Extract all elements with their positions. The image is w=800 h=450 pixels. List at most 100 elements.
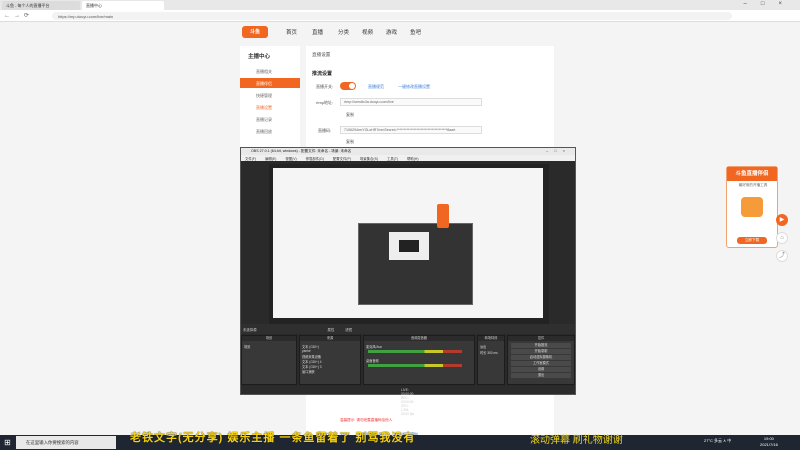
menu-tools[interactable]: 工具(T) (387, 157, 398, 161)
tab-label: 斗鱼 - 每个人的直播平台 (6, 3, 50, 8)
system-tray[interactable]: 27°C 多云 ∧ 中 (704, 438, 731, 444)
preview-capture (273, 168, 543, 318)
menu-edit[interactable]: 编辑(E) (265, 157, 276, 161)
menu-file[interactable]: 文件(F) (245, 157, 256, 161)
settings-button[interactable]: 设置 (511, 367, 571, 372)
obs-source-bar: 未选择源 属性 滤镜 (241, 324, 575, 334)
site-header: 斗鱼 首页 直播 分类 视频 游戏 鱼吧 (238, 22, 558, 42)
obs-title-bar: OBS 27.0.1 (64-bit, windows) - 配置文件: 未命名… (241, 148, 575, 155)
taskbar-search[interactable]: 在这里输入你要搜索的内容 (16, 436, 116, 449)
scene-item[interactable]: 场景 (244, 344, 250, 349)
douyu-logo[interactable]: 斗鱼 (242, 26, 268, 38)
nav-game[interactable]: 游戏 (386, 28, 397, 36)
menu-profile[interactable]: 配置文件(P) (333, 157, 351, 161)
warning-note: 温馨提示: 请勿泄露直播码给他人 (340, 418, 393, 422)
clock-date: 2021/7/16 (760, 442, 778, 447)
sidebar-item-live-settings[interactable]: 直播设置 (240, 102, 300, 112)
nav-live[interactable]: 直播 (312, 28, 323, 36)
nested-promo (437, 204, 449, 228)
nested-preview-inner (399, 240, 419, 252)
share-icon[interactable]: ⤴ (776, 250, 788, 262)
sidebar-item-quick-manage[interactable]: 快捷管理 (240, 90, 300, 100)
source-item[interactable]: yanhe (302, 349, 311, 353)
start-streaming-button[interactable]: 开始推流 (511, 343, 571, 348)
promo-subtitle: 最好用的开播工具 (738, 183, 768, 187)
browser-tab-bar: 斗鱼 - 每个人的直播平台 直播中心 –□× (0, 0, 800, 10)
rtmp-label: rtmp地址: (316, 100, 334, 105)
start-recording-button[interactable]: 开始录制 (511, 349, 571, 354)
browser-nav-icons[interactable]: ←→⟳ (4, 12, 33, 19)
source-item[interactable]: 窗口捕获 (302, 369, 315, 374)
scenes-header: 场景 (242, 336, 296, 341)
mixer-header: 音频混音器 (364, 336, 474, 341)
no-source-label: 未选择源 (243, 328, 257, 332)
transitions-dock: 转场特效 淡出 时长 300 ms (477, 335, 505, 385)
promo-download-button[interactable]: 立即下载 (737, 237, 767, 244)
breadcrumb: 直播设置 (312, 52, 331, 57)
tab-label: 直播中心 (86, 3, 102, 8)
window-controls[interactable]: –□× (744, 1, 796, 7)
scenes-dock: 场景 场景 (241, 335, 297, 385)
url-field[interactable]: https://mp.douyu.com/live/main (52, 12, 732, 20)
play-icon[interactable]: ▶ (776, 214, 788, 226)
transition-type[interactable]: 淡出 (480, 344, 486, 349)
clock[interactable]: 19:00 2021/7/16 (760, 436, 778, 448)
section-title: 推流设置 (312, 71, 333, 77)
mixer-channel: 麦克风/Aux (366, 345, 382, 349)
browser-tab[interactable]: 斗鱼 - 每个人的直播平台 (2, 1, 80, 10)
live-switch-toggle[interactable] (340, 82, 356, 90)
mascot-icon (741, 197, 763, 217)
obs-window-controls[interactable]: –□× (546, 148, 571, 153)
copy-rtmp-button[interactable]: 复制 (346, 112, 354, 118)
modify-settings-link[interactable]: 一键修改直播设置 (398, 84, 430, 90)
audio-meter (368, 350, 462, 353)
stream-code-field[interactable]: 7106294rmYGLsHR7mmSecret=***************… (340, 126, 482, 134)
live-rules-link[interactable]: 直播规范 (368, 84, 384, 90)
menu-scene-collection[interactable]: 场景集合(S) (360, 157, 378, 161)
windows-start-icon[interactable]: ⊞ (4, 438, 11, 447)
menu-view[interactable]: 视图(V) (285, 157, 296, 161)
nav-yuba[interactable]: 鱼吧 (410, 28, 421, 36)
nested-preview (389, 232, 429, 260)
transition-duration[interactable]: 时长 300 ms (480, 350, 498, 355)
sources-header: 来源 (300, 336, 360, 341)
home-icon[interactable]: ⌂ (776, 232, 788, 244)
nested-obs-capture (358, 223, 473, 305)
exit-button[interactable]: 退出 (511, 373, 571, 378)
nav-category[interactable]: 分类 (338, 28, 349, 36)
nav-home[interactable]: 首页 (286, 28, 297, 36)
audio-mixer-dock: 音频混音器 麦克风/Aux 桌面音频 (363, 335, 475, 385)
promo-card[interactable]: 斗鱼直播伴侣 最好用的开播工具 立即下载 (726, 166, 778, 248)
menu-help[interactable]: 帮助(H) (407, 157, 419, 161)
filters-button[interactable]: 滤镜 (345, 328, 352, 332)
transitions-header: 转场特效 (478, 336, 504, 341)
obs-window: OBS 27.0.1 (64-bit, windows) - 配置文件: 未命名… (240, 147, 576, 416)
menu-docks[interactable]: 停靠部件(D) (306, 157, 324, 161)
address-bar: ←→⟳ https://mp.douyu.com/live/main (0, 10, 800, 22)
copy-code-button[interactable]: 复制 (346, 139, 354, 145)
sidebar-item-live-companion[interactable]: 直播伴侣 (240, 78, 300, 88)
obs-menu-bar: 文件(F) 编辑(E) 视图(V) 停靠部件(D) 配置文件(P) 场景集合(S… (241, 155, 575, 161)
danmaku-overlay-right: 滚动弹幕 刷礼物谢谢 (530, 435, 623, 446)
controls-dock: 控件 开始推流 开始录制 启动虚拟摄像机 工作室模式 设置 退出 (507, 335, 575, 385)
obs-preview[interactable] (269, 164, 549, 324)
rtmp-field[interactable]: rtmp://sendtc3a.douyu.com/live (340, 98, 482, 106)
mixer-channel: 桌面音频 (366, 359, 379, 363)
obs-status-bar: LIVE: 00:00:00 REC: 00:00:00 CPU: 1.5%, … (241, 386, 575, 416)
browser-tab-active[interactable]: 直播中心 (82, 1, 164, 10)
danmaku-overlay: 老铁文字(无分享) 娱乐主播 一条鱼留着了 别骂我没有 (130, 432, 416, 444)
sidebar-item-replay[interactable]: 直播回放 (240, 126, 300, 136)
audio-meter (368, 364, 462, 367)
nav-video[interactable]: 视频 (362, 28, 373, 36)
sidebar-title: 主播中心 (248, 54, 271, 60)
stream-code-label: 直播码: (318, 128, 332, 133)
sidebar-item-live-related[interactable]: 直播相关 (240, 66, 300, 76)
live-switch-label: 直播开关: (316, 84, 334, 89)
sidebar-item-live-records[interactable]: 直播记录 (240, 114, 300, 124)
studio-mode-button[interactable]: 工作室模式 (511, 361, 571, 366)
properties-button[interactable]: 属性 (328, 328, 335, 332)
promo-title: 斗鱼直播伴侣 (727, 167, 777, 181)
virtual-camera-button[interactable]: 启动虚拟摄像机 (511, 355, 571, 360)
controls-header: 控件 (508, 336, 574, 341)
sources-dock: 来源 文本 (GDI+) yanhe 视频采集设备 文本 (GDI+) 4 文本… (299, 335, 361, 385)
